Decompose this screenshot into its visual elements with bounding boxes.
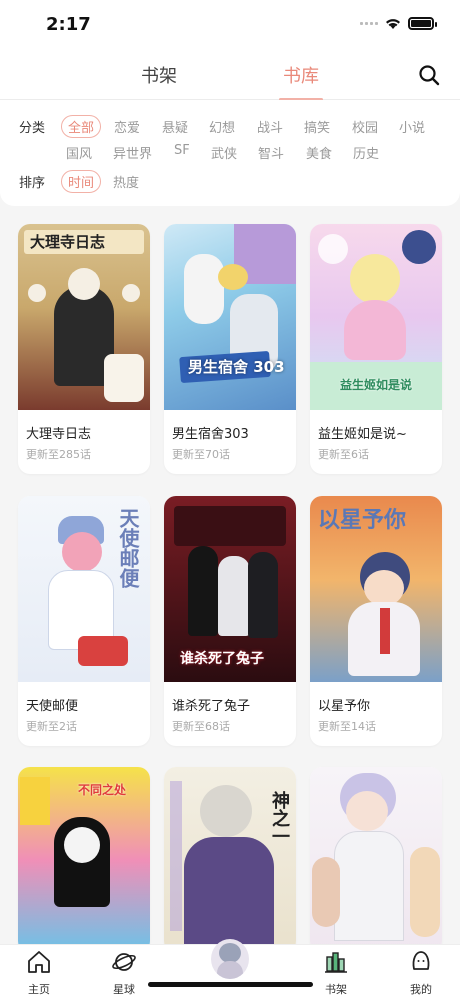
- top-tabs: 书架 书库: [0, 52, 460, 101]
- comic-cover[interactable]: [310, 767, 442, 953]
- comic-update: 更新至2话: [26, 720, 77, 733]
- profile-icon: [412, 951, 430, 970]
- sort-chip-popularity[interactable]: 热度: [113, 172, 139, 191]
- comic-title: 天使邮便: [26, 699, 79, 714]
- signal-icon: [360, 21, 378, 25]
- comic-card[interactable]: 不同之处: [18, 767, 150, 953]
- search-icon[interactable]: [418, 64, 440, 86]
- category-chip[interactable]: 悬疑: [162, 117, 188, 136]
- category-chip[interactable]: 战斗: [257, 117, 283, 136]
- comic-update: 更新至68话: [172, 720, 230, 733]
- tab-bookshelf[interactable]: 书架: [141, 62, 177, 88]
- cover-title-text: 谁杀死了兔子: [180, 651, 264, 667]
- comic-update: 更新至14话: [318, 720, 376, 733]
- comic-title: 男生宿舍303: [172, 427, 249, 442]
- category-chip[interactable]: 异世界: [113, 143, 152, 162]
- tab-library[interactable]: 书库: [283, 62, 319, 88]
- battery-icon: [408, 16, 437, 30]
- comic-title: 以星予你: [318, 699, 371, 714]
- nav-profile[interactable]: 我的: [391, 949, 451, 996]
- category-chip[interactable]: 搞笑: [304, 117, 330, 136]
- cover-title-text: 大理寺日志: [30, 233, 106, 251]
- comic-title: 谁杀死了兔子: [172, 699, 251, 714]
- comic-card[interactable]: 男生宿舍 303 男生宿舍303 更新至70话: [164, 224, 296, 474]
- home-icon: [28, 951, 50, 973]
- cover-title-text: 男生宿舍 303: [188, 358, 285, 376]
- sort-chip-time[interactable]: 时间: [61, 170, 102, 193]
- cover-title-text: 益生姬如是说: [340, 378, 413, 392]
- comic-cover[interactable]: 谁杀死了兔子: [164, 496, 296, 682]
- comic-update: 更新至6话: [318, 448, 369, 461]
- comic-cover[interactable]: 男生宿舍 303: [164, 224, 296, 410]
- category-chip[interactable]: 校园: [352, 117, 378, 136]
- planet-icon: [112, 953, 136, 971]
- comic-card[interactable]: 大理寺日志 大理寺日志 更新至285话: [18, 224, 150, 474]
- nav-label: 星球: [113, 983, 135, 996]
- comic-card[interactable]: 以星予你 以星予你 更新至14话: [310, 496, 442, 746]
- nav-label: 我的: [410, 983, 432, 996]
- home-indicator: [148, 982, 313, 987]
- category-chip[interactable]: 美食: [306, 143, 332, 162]
- comic-title: 大理寺日志: [26, 427, 92, 442]
- cover-title-text: 不同之处: [78, 783, 127, 797]
- bookshelf-icon: [325, 952, 347, 973]
- comic-cover[interactable]: 益生姬如是说: [310, 224, 442, 410]
- nav-bookshelf[interactable]: 书架: [306, 949, 366, 996]
- comic-update: 更新至70话: [172, 448, 230, 461]
- filter-panel: 分类 全部 恋爱 悬疑 幻想 战斗 搞笑 校园 小说 国风 异世界 SF 武侠 …: [0, 100, 460, 206]
- comic-card[interactable]: 益生姬如是说 益生姬如是说~ 更新至6话: [310, 224, 442, 474]
- category-chip[interactable]: 历史: [353, 143, 379, 162]
- category-chip-all[interactable]: 全部: [61, 115, 102, 138]
- cover-title-text: 神之一: [269, 791, 290, 845]
- category-chip[interactable]: SF: [174, 143, 190, 158]
- status-time: 2:17: [46, 14, 91, 35]
- comic-cover[interactable]: 大理寺日志: [18, 224, 150, 410]
- category-chip[interactable]: 幻想: [209, 117, 235, 136]
- avatar[interactable]: [211, 939, 249, 979]
- cover-title-text: 天使邮便: [116, 508, 140, 588]
- category-chip[interactable]: 恋爱: [114, 117, 140, 136]
- wifi-icon: [386, 19, 400, 29]
- nav-label: 书架: [325, 983, 347, 996]
- cover-title-text: 以星予你: [318, 508, 407, 533]
- comic-cover[interactable]: 不同之处: [18, 767, 150, 953]
- status-bar: 2:17: [0, 0, 460, 52]
- comic-update: 更新至285话: [26, 448, 91, 461]
- category-chip[interactable]: 国风: [66, 143, 92, 162]
- comic-cover[interactable]: 天使邮便: [18, 496, 150, 682]
- comic-cover[interactable]: 以星予你: [310, 496, 442, 682]
- comic-card[interactable]: 天使邮便 天使邮便 更新至2话: [18, 496, 150, 746]
- comic-card[interactable]: [310, 767, 442, 953]
- comic-card[interactable]: 神之一: [164, 767, 296, 953]
- bottom-nav: 主页 星球 书架 我的: [0, 939, 460, 996]
- category-chip[interactable]: 小说: [399, 117, 425, 136]
- nav-planet[interactable]: 星球: [94, 949, 154, 996]
- nav-home[interactable]: 主页: [9, 949, 69, 996]
- status-icons: [360, 16, 437, 30]
- category-chip[interactable]: 武侠: [211, 143, 237, 162]
- comic-cover[interactable]: 神之一: [164, 767, 296, 953]
- sort-label: 排序: [19, 176, 46, 191]
- category-label: 分类: [19, 121, 46, 136]
- nav-label: 主页: [28, 983, 50, 996]
- category-chip[interactable]: 智斗: [258, 143, 284, 162]
- comic-title: 益生姬如是说~: [318, 427, 407, 442]
- comic-card[interactable]: 谁杀死了兔子 谁杀死了兔子 更新至68话: [164, 496, 296, 746]
